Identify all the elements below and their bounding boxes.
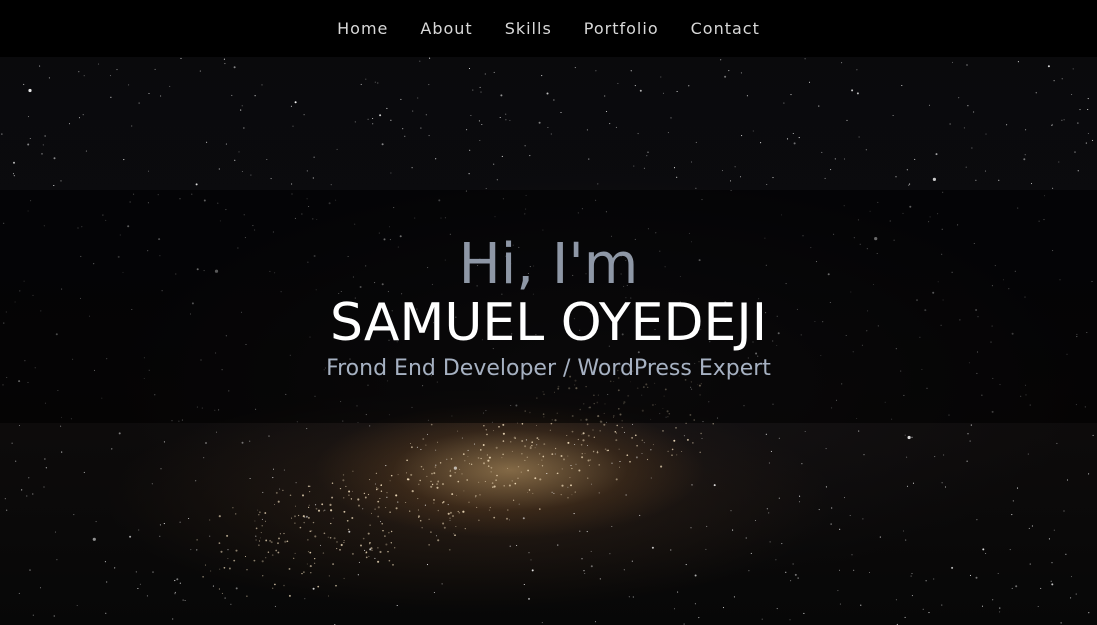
- nav-link-about[interactable]: About: [420, 19, 472, 38]
- hero-name: SAMUEL OYEDEJI: [329, 292, 768, 353]
- hero-role: Frond End Developer / WordPress Expert: [326, 355, 771, 381]
- nav-link-home[interactable]: Home: [337, 19, 388, 38]
- hero-banner: Hi, I'm SAMUEL OYEDEJI Frond End Develop…: [0, 190, 1097, 423]
- nav-link-contact[interactable]: Contact: [691, 19, 760, 38]
- nav-link-skills[interactable]: Skills: [505, 19, 552, 38]
- nav-link-portfolio[interactable]: Portfolio: [584, 19, 659, 38]
- top-navbar: Home About Skills Portfolio Contact: [0, 0, 1097, 57]
- hero-greeting: Hi, I'm: [458, 231, 639, 297]
- hero-page: Home About Skills Portfolio Contact Hi, …: [0, 0, 1097, 625]
